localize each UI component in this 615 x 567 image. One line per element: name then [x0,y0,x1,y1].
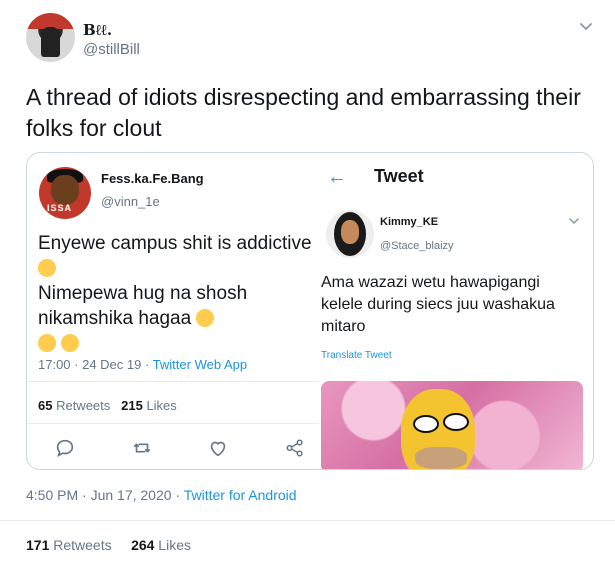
tweet-timestamp[interactable]: 4:50 PM · Jun 17, 2020 · [26,487,184,503]
quoted-handle-left: @vinn_1e [101,194,160,209]
quoted-like-label: Likes [142,398,177,413]
quoted-timestamp-left: 17:00 · 24 Dec 19 · [38,357,153,372]
quoted-name-right: Kimmy_KE [380,216,439,228]
quoted-source-left: Twitter Web App [152,357,248,372]
translate-tweet-link: Translate Tweet [321,350,392,361]
quoted-avatar-left: ISSA [39,167,91,219]
quoted-name-left: Fess.ka.Fe.Bang [101,171,204,186]
author-handle[interactable]: @stillBill [83,41,140,58]
tweet-timestamp-row: 4:50 PM · Jun 17, 2020 · Twitter for And… [26,487,297,503]
quoted-handle-right: @Stace_blaizy [380,240,454,252]
heart-icon [210,441,226,457]
tweet-source-link[interactable]: Twitter for Android [184,487,297,503]
like-stat[interactable]: 264 Likes [131,537,191,553]
quoted-line-3: nikamshika hagaa [38,308,192,329]
quoted-meta-left: 17:00 · 24 Dec 19 · Twitter Web App [38,357,247,372]
quoted-line-1: Enyewe campus shit is addictive [38,233,312,254]
media-card[interactable]: ISSA Fess.ka.Fe.Bang @vinn_1e Enyewe cam… [26,152,594,470]
quoted-text-right: Ama wazazi wetu hawapigangi kelele durin… [321,274,555,335]
chevron-down-icon [569,218,579,224]
homer-mouth-shape [415,447,467,469]
tweet-page-title: Tweet [374,166,424,186]
quoted-line-2: Nimepewa hug na shosh [38,283,248,304]
quoted-avatar-right [326,210,374,258]
quoted-stats-left: 65 Retweets 215 Likes [38,398,177,413]
like-label: Likes [154,537,191,553]
emoji-smirk-icon [196,309,215,327]
like-count: 264 [131,537,155,553]
emoji-joy-icon [61,334,80,352]
share-icon [286,439,303,457]
retweet-count: 171 [26,537,50,553]
profile-avatar[interactable] [26,13,75,62]
avatar-face-shape [51,175,79,205]
quoted-line-3-wrap: nikamshika hagaa [38,306,328,331]
emoji-unamused-icon [38,256,328,281]
back-arrow-icon: ← [327,166,347,188]
homer-image [321,381,583,469]
avatar-tag: ISSA [47,203,73,213]
quoted-retweet-count: 65 [38,398,53,413]
divider [27,381,319,382]
avatar-face-shape [341,220,359,244]
retweet-label: Retweets [49,537,112,553]
tweet-text: A thread of idiots disrespecting and emb… [26,84,581,141]
tweet-stats: 171 Retweets 264 Likes [26,537,191,553]
divider [27,423,319,424]
homer-eye-shape [443,413,469,431]
avatar-figure-shape [41,27,60,57]
divider [0,520,615,521]
author-display-name[interactable]: Bℓℓ. [83,21,112,40]
retweet-stat[interactable]: 171 Retweets [26,537,112,553]
emoji-laugh-row [38,331,328,356]
quoted-action-bar [27,437,319,459]
quoted-text-left: Enyewe campus shit is addictive Nimepewa… [38,231,328,356]
retweet-icon [133,443,151,453]
quoted-retweet-label: Retweets [52,398,111,413]
homer-eye-shape [413,415,439,433]
quoted-like-count: 215 [121,398,143,413]
emoji-joy-icon [38,334,56,352]
reply-icon [56,439,74,457]
chevron-down-icon[interactable] [578,18,594,34]
